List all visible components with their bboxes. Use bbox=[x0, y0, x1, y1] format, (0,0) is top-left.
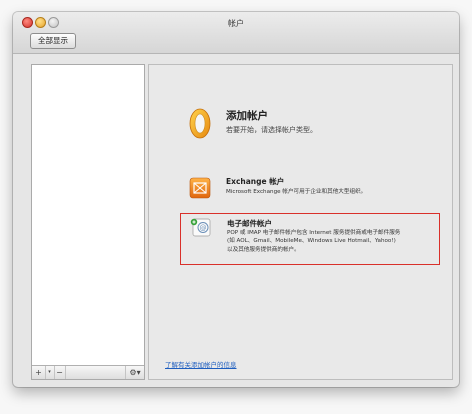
accounts-sidebar[interactable]: + ▾ − ⚙▾ bbox=[31, 64, 145, 380]
add-account-title: 添加帐户 bbox=[226, 110, 268, 122]
accounts-window: 帐户 全部显示 + ▾ − ⚙▾ 添加帐户 若要开始，请选择帐户类型。 Exch… bbox=[13, 12, 459, 387]
email-account-option[interactable]: @ 电子邮件帐户 POP 或 IMAP 电子邮件帐户包含 Internet 服务… bbox=[180, 213, 440, 265]
add-account-subtitle: 若要开始，请选择帐户类型。 bbox=[226, 126, 317, 134]
exchange-option-title: Exchange 帐户 bbox=[226, 177, 285, 186]
email-option-title: 电子邮件帐户 bbox=[227, 219, 272, 228]
exchange-account-option[interactable]: Exchange 帐户 Microsoft Exchange 帐户可用于企业和其… bbox=[189, 174, 439, 206]
main-panel: 添加帐户 若要开始，请选择帐户类型。 Exchange 帐户 Microsoft… bbox=[148, 64, 453, 380]
sidebar-toolbar: + ▾ − ⚙▾ bbox=[32, 365, 144, 379]
remove-account-button[interactable]: − bbox=[54, 366, 66, 379]
email-account-icon: @ bbox=[190, 218, 211, 237]
email-desc-line: POP 或 IMAP 电子邮件帐户包含 Internet 服务提供商或电子邮件服… bbox=[227, 230, 401, 236]
email-desc-line: (如 AOL、Gmail、MobileMe、Windows Live Hotma… bbox=[227, 238, 396, 245]
exchange-icon bbox=[189, 177, 211, 199]
exchange-option-description: Microsoft Exchange 帐户可用于企业和其他大型组织。 bbox=[226, 188, 366, 196]
email-option-description: POP 或 IMAP 电子邮件帐户包含 Internet 服务提供商或电子邮件服… bbox=[227, 229, 400, 254]
outlook-icon bbox=[189, 108, 211, 139]
gear-icon[interactable]: ⚙▾ bbox=[125, 366, 144, 379]
learn-more-link[interactable]: 了解有关添加帐户的信息 bbox=[165, 359, 237, 369]
exchange-desc-line: Microsoft Exchange 帐户可用于企业和其他大型组织。 bbox=[226, 189, 367, 195]
svg-text:@: @ bbox=[200, 224, 207, 232]
show-all-button[interactable]: 全部显示 bbox=[30, 33, 76, 49]
window-title: 帐户 bbox=[228, 19, 244, 28]
add-account-button[interactable]: + bbox=[32, 366, 46, 379]
title-bar: 帐户 全部显示 bbox=[13, 12, 459, 54]
email-desc-line: 以及其他服务提供商的帐户。 bbox=[227, 246, 300, 253]
